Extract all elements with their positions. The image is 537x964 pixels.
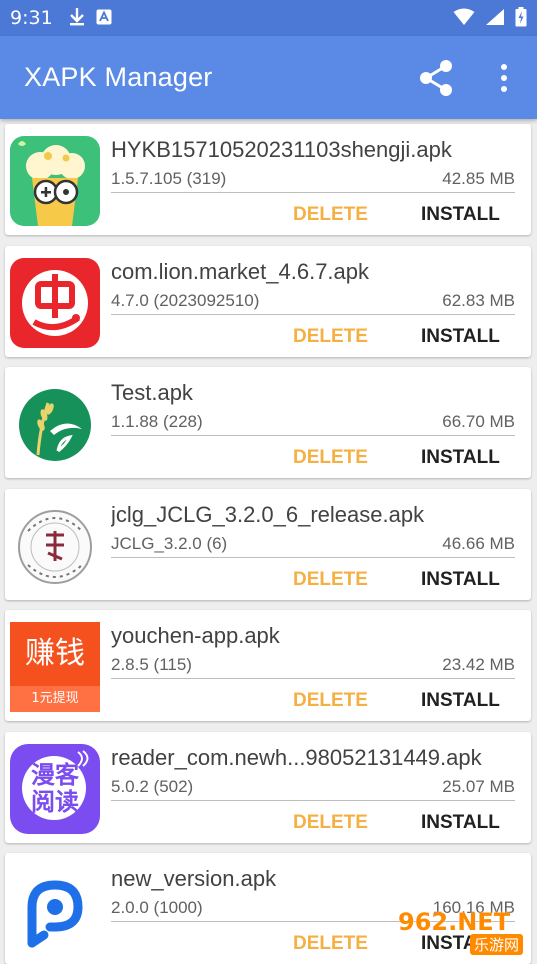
install-button[interactable]: INSTALL bbox=[421, 204, 500, 226]
delete-button[interactable]: DELETE bbox=[293, 447, 368, 469]
watermark-subtext: 乐游网 bbox=[470, 934, 524, 955]
blue-pin-icon bbox=[10, 865, 100, 955]
install-button[interactable]: INSTALL bbox=[421, 690, 500, 712]
delete-button[interactable]: DELETE bbox=[293, 812, 368, 834]
install-button[interactable]: INSTALL bbox=[421, 812, 500, 834]
install-button[interactable]: INSTALL bbox=[421, 447, 500, 469]
apk-name: new_version.apk bbox=[111, 866, 277, 891]
apk-size: 62.83 MB bbox=[442, 291, 515, 310]
apk-card: 漫客 阅读 reader_com.newh...98052131449.apk … bbox=[5, 732, 531, 843]
battery-icon bbox=[515, 7, 527, 27]
apk-version: 2.0.0 (1000) bbox=[111, 898, 203, 917]
apk-version: 5.0.2 (502) bbox=[111, 777, 194, 796]
status-bar: 9:31 bbox=[0, 0, 537, 36]
divider bbox=[111, 800, 515, 801]
apk-card: 赚钱 1元提现 youchen-app.apk 2.8.5 (115) 23.4… bbox=[5, 610, 531, 721]
apk-name: com.lion.market_4.6.7.apk bbox=[111, 259, 370, 284]
divider bbox=[111, 192, 515, 193]
withdraw-label: 1元提现 bbox=[10, 686, 100, 712]
install-button[interactable]: INSTALL bbox=[421, 326, 500, 348]
apk-version: JCLG_3.2.0 (6) bbox=[111, 534, 228, 553]
divider bbox=[111, 557, 515, 558]
delete-button[interactable]: DELETE bbox=[293, 326, 368, 348]
signal-icon bbox=[486, 9, 504, 25]
apk-size: 25.07 MB bbox=[442, 777, 515, 796]
delete-button[interactable]: DELETE bbox=[293, 690, 368, 712]
worm-red-icon bbox=[10, 258, 100, 348]
status-time: 9:31 bbox=[10, 7, 53, 29]
apk-name: youchen-app.apk bbox=[111, 623, 280, 648]
apk-card: HYKB15710520231103shengji.apk 1.5.7.105 … bbox=[5, 124, 531, 235]
earn-money-label: 赚钱 bbox=[10, 622, 100, 686]
more-vert-icon bbox=[501, 64, 507, 92]
popcorn-game-icon bbox=[10, 136, 100, 226]
wifi-icon bbox=[453, 8, 475, 25]
share-button[interactable] bbox=[414, 56, 458, 100]
divider bbox=[111, 314, 515, 315]
apk-card: com.lion.market_4.6.7.apk 4.7.0 (2023092… bbox=[5, 246, 531, 357]
site-watermark: 962.NET 乐游网 bbox=[398, 908, 532, 955]
apk-name: HYKB15710520231103shengji.apk bbox=[111, 137, 452, 162]
status-notifications bbox=[68, 7, 112, 27]
apk-version: 1.1.88 (228) bbox=[111, 412, 203, 431]
earn-money-icon: 赚钱 1元提现 bbox=[10, 622, 100, 712]
apk-size: 23.42 MB bbox=[442, 655, 515, 674]
notification-a-icon bbox=[96, 9, 112, 25]
university-seal-icon bbox=[10, 501, 100, 591]
app-bar: XAPK Manager bbox=[0, 36, 537, 119]
divider bbox=[111, 678, 515, 679]
apk-version: 1.5.7.105 (319) bbox=[111, 169, 227, 188]
share-icon bbox=[420, 60, 452, 96]
apk-card: jclg_JCLG_3.2.0_6_release.apk JCLG_3.2.0… bbox=[5, 489, 531, 600]
more-options-button[interactable] bbox=[492, 60, 516, 96]
apk-size: 66.70 MB bbox=[442, 412, 515, 431]
apk-version: 2.8.5 (115) bbox=[111, 655, 192, 674]
apk-name: reader_com.newh...98052131449.apk bbox=[111, 745, 482, 770]
delete-button[interactable]: DELETE bbox=[293, 933, 368, 955]
apk-version: 4.7.0 (2023092510) bbox=[111, 291, 260, 310]
delete-button[interactable]: DELETE bbox=[293, 569, 368, 591]
green-wheat-icon bbox=[10, 379, 100, 469]
apk-size: 42.85 MB bbox=[442, 169, 515, 188]
apk-size: 46.66 MB bbox=[442, 534, 515, 553]
apk-card: Test.apk 1.1.88 (228) 66.70 MB DELETE IN… bbox=[5, 367, 531, 478]
comic-label-2: 阅读 bbox=[31, 788, 79, 816]
install-button[interactable]: INSTALL bbox=[421, 569, 500, 591]
delete-button[interactable]: DELETE bbox=[293, 204, 368, 226]
wave-icon bbox=[77, 750, 89, 767]
app-title: XAPK Manager bbox=[24, 62, 213, 92]
apk-name: Test.apk bbox=[111, 380, 193, 405]
divider bbox=[111, 435, 515, 436]
comic-reader-icon: 漫客 阅读 bbox=[10, 744, 100, 834]
download-icon bbox=[70, 8, 84, 26]
status-system-icons bbox=[453, 7, 527, 27]
watermark-text: 962.NET bbox=[398, 908, 511, 936]
apk-name: jclg_JCLG_3.2.0_6_release.apk bbox=[111, 502, 425, 527]
